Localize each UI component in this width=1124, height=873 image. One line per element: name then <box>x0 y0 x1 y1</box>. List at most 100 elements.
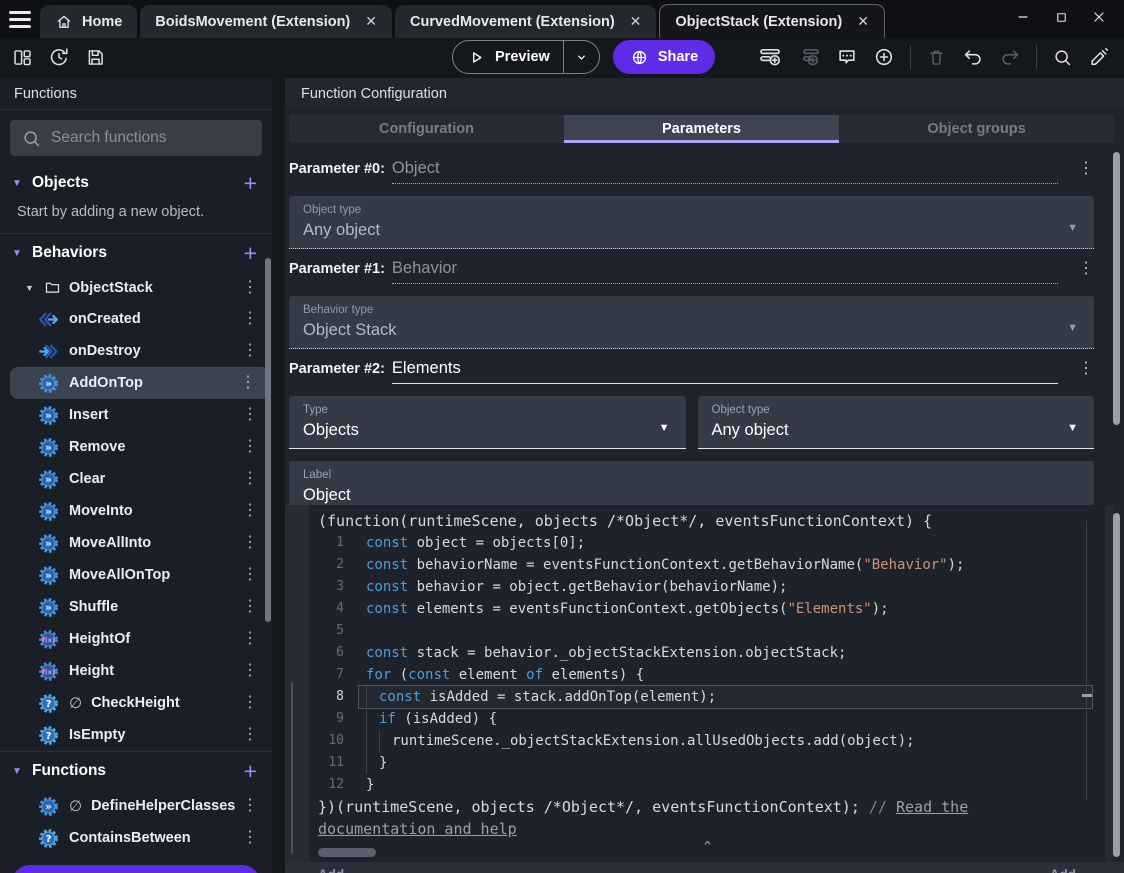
edit-events-icon[interactable] <box>1088 46 1110 68</box>
kebab-menu-icon[interactable]: ⋮ <box>1078 358 1094 378</box>
dropdown-arrow-icon[interactable]: ▼ <box>659 422 670 434</box>
save-icon[interactable] <box>85 47 106 68</box>
documentation-link[interactable]: Read the <box>896 796 968 818</box>
kebab-menu-icon[interactable]: ⋮ <box>236 631 272 647</box>
panels-icon[interactable] <box>12 47 33 68</box>
code-scrollbar[interactable] <box>1113 513 1120 857</box>
kebab-menu-icon[interactable]: ⋮ <box>236 663 272 679</box>
preview-button-main[interactable]: Preview <box>453 41 563 73</box>
preview-button[interactable]: Preview <box>452 40 600 74</box>
behavior-item-moveallontop[interactable]: » MoveAllOnTop ⋮ <box>0 559 272 591</box>
tab-parameters[interactable]: Parameters <box>564 115 839 143</box>
created-function-icon <box>38 309 59 330</box>
function-name: CheckHeight <box>91 695 180 711</box>
maximize-icon[interactable] <box>1046 6 1076 28</box>
behavior-item-insert[interactable]: » Insert ⋮ <box>0 399 272 431</box>
search-icon[interactable] <box>1052 47 1073 68</box>
collapse-caret-icon[interactable]: ^ <box>310 840 1105 856</box>
behaviors-section-header[interactable]: ▼ Behaviors + <box>0 234 272 272</box>
kebab-menu-icon[interactable]: ⋮ <box>1078 258 1094 278</box>
dropdown-arrow-icon[interactable]: ▼ <box>1067 322 1078 334</box>
behavior-item-clear[interactable]: » Clear ⋮ <box>0 463 272 495</box>
functions-section-header[interactable]: ▼ Functions + <box>0 752 272 790</box>
kebab-menu-icon[interactable]: ⋮ <box>236 798 272 814</box>
preview-dropdown-button[interactable] <box>564 41 599 73</box>
main-menu-icon[interactable] <box>0 0 40 38</box>
kebab-menu-icon[interactable]: ⋮ <box>236 727 272 743</box>
object-type-select[interactable]: Object type Any object ▼ <box>289 196 1094 249</box>
close-icon[interactable]: ✕ <box>365 13 377 30</box>
behavior-item-oncreated[interactable]: onCreated ⋮ <box>0 303 272 335</box>
tab-home[interactable]: Home <box>40 5 138 38</box>
behavior-item-moveinto[interactable]: » MoveInto ⋮ <box>0 495 272 527</box>
add-event-hint[interactable]: Add <box>1050 864 1076 873</box>
chevron-down-icon[interactable]: ▼ <box>12 766 24 777</box>
behavior-item-addontop[interactable]: » AddOnTop ⋮ <box>10 367 270 399</box>
events-sheet-bottom-bar: Add Add <box>285 862 1124 873</box>
parameters-scrollbar[interactable] <box>1113 152 1120 425</box>
close-icon[interactable] <box>1084 6 1114 28</box>
close-icon[interactable]: ✕ <box>857 13 869 30</box>
parameter-name-input[interactable]: Object <box>391 159 1058 184</box>
line-number: 9 <box>336 711 344 726</box>
tab-boidsmovement-extension-[interactable]: BoidsMovement (Extension) ✕ <box>140 5 392 38</box>
tab-object-groups[interactable]: Object groups <box>839 115 1114 143</box>
field-value: Objects <box>303 421 359 439</box>
kebab-menu-icon[interactable]: ⋮ <box>1078 158 1094 178</box>
code-editor[interactable]: (function(runtimeScene, objects /*Object… <box>310 505 1105 862</box>
add-object-button[interactable]: + <box>244 172 257 195</box>
behavior-item-isempty[interactable]: ? IsEmpty ⋮ <box>0 719 272 751</box>
line-number: 2 <box>336 557 344 572</box>
parameter-name-input[interactable]: Elements <box>391 359 1058 384</box>
function-item-containsbetween[interactable]: ? ContainsBetween ⋮ <box>0 822 272 854</box>
function-item-definehelperclasses[interactable]: » ∅ DefineHelperClasses ⋮ <box>0 790 272 822</box>
type-select[interactable]: Type Objects ▼ <box>289 396 686 449</box>
svg-text:»: » <box>45 602 52 614</box>
behavior-type-select[interactable]: Behavior type Object Stack ▼ <box>289 296 1094 349</box>
dropdown-arrow-icon[interactable]: ▼ <box>1067 422 1078 434</box>
tab-curvedmovement-extension-[interactable]: CurvedMovement (Extension) ✕ <box>395 5 657 38</box>
tab-label: CurvedMovement (Extension) <box>410 13 615 30</box>
behavior-item-moveallinto[interactable]: » MoveAllInto ⋮ <box>0 527 272 559</box>
chevron-down-icon[interactable]: ▼ <box>12 248 24 259</box>
add-circle-icon[interactable] <box>873 46 895 68</box>
add-event-icon[interactable] <box>758 45 782 69</box>
kebab-menu-icon[interactable]: ⋮ <box>236 695 272 711</box>
parameter-row: Parameter #2: Elements ⋮ <box>289 358 1094 388</box>
behavior-item-remove[interactable]: » Remove ⋮ <box>0 431 272 463</box>
add-behavior-button[interactable]: + <box>244 242 257 265</box>
tab-bar: Home BoidsMovement (Extension) ✕ CurvedMove… <box>40 4 1008 38</box>
behavior-item-height[interactable]: f(x) Height ⋮ <box>0 655 272 687</box>
behavior-item-heightof[interactable]: f(x) HeightOf ⋮ <box>0 623 272 655</box>
behavior-folder-objectstack[interactable]: ▼ ObjectStack ⋮ <box>0 272 272 303</box>
field-value: Any object <box>303 221 381 239</box>
search-functions-input[interactable] <box>51 129 251 147</box>
sidebar-scrollbar[interactable] <box>265 258 271 622</box>
share-button[interactable]: Share <box>612 40 716 74</box>
documentation-link[interactable]: documentation and help <box>318 818 517 840</box>
behavior-item-shuffle[interactable]: » Shuffle ⋮ <box>0 591 272 623</box>
add-function-plus-button[interactable]: + <box>244 760 257 783</box>
behavior-item-ondestroy[interactable]: onDestroy ⋮ <box>0 335 272 367</box>
parameter-name-input[interactable]: Behavior <box>391 259 1058 284</box>
add-event-hint[interactable]: Add <box>318 864 344 873</box>
object-type-select[interactable]: Object type Any object ▼ <box>697 396 1094 449</box>
add-new-function-button[interactable]: + Add a new function <box>12 865 260 873</box>
code-line: 9 if (isAdded) { <box>310 708 1105 730</box>
behavior-item-checkheight[interactable]: ? ∅ CheckHeight ⋮ <box>0 687 272 719</box>
tab-objectstack-extension-[interactable]: ObjectStack (Extension) ✕ <box>659 4 885 38</box>
chevron-down-icon[interactable]: ▼ <box>25 283 36 293</box>
horizontal-scrollbar[interactable] <box>318 848 376 857</box>
action-function-icon: » <box>38 373 59 394</box>
undo-icon[interactable] <box>962 46 984 68</box>
chevron-down-icon[interactable]: ▼ <box>12 178 24 189</box>
objects-section-header[interactable]: ▼ Objects + <box>0 164 272 202</box>
minimize-icon[interactable] <box>1008 6 1038 28</box>
dropdown-arrow-icon[interactable]: ▼ <box>1067 222 1078 234</box>
kebab-menu-icon[interactable]: ⋮ <box>236 830 272 846</box>
search-functions-box[interactable] <box>10 120 262 156</box>
close-icon[interactable]: ✕ <box>630 13 642 30</box>
add-comment-icon[interactable] <box>836 46 858 68</box>
history-icon[interactable] <box>48 46 70 68</box>
tab-configuration[interactable]: Configuration <box>289 115 564 143</box>
